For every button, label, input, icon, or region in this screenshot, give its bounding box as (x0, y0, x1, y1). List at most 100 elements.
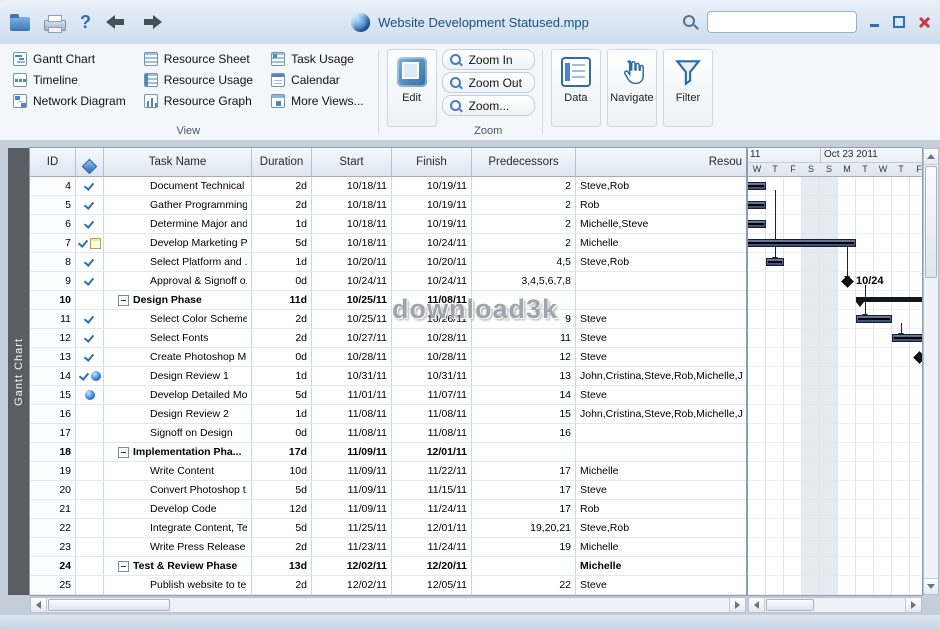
task-row-23[interactable]: 23Write Press Release ...2d11/23/1111/24… (30, 538, 746, 557)
summary-bar (856, 297, 922, 302)
task-finish: 10/24/11 (392, 234, 472, 253)
grid-horizontal-scrollbar[interactable] (30, 597, 746, 613)
ribbon-item-zoom-out[interactable]: Zoom Out (442, 72, 535, 93)
collapse-toggle-icon[interactable] (118, 447, 129, 458)
column-header-id[interactable]: ID (30, 148, 76, 177)
column-header-duration[interactable]: Duration (252, 148, 312, 177)
task-duration: 17d (252, 443, 312, 462)
task-duration: 2d (252, 329, 312, 348)
grid-hscroll-thumb[interactable] (48, 599, 170, 611)
gantt-hscroll-thumb[interactable] (766, 599, 814, 611)
column-header-finish[interactable]: Finish (392, 148, 472, 177)
check-icon (79, 371, 90, 382)
task-row-7[interactable]: 7Develop Marketing Plan5d10/18/1110/24/1… (30, 234, 746, 253)
open-button[interactable] (10, 14, 30, 31)
task-row-18[interactable]: 18Implementation Pha...17d11/09/1112/01/… (30, 443, 746, 462)
ribbon-item-calendar[interactable]: Calendar (262, 69, 372, 90)
scroll-up-arrow[interactable] (924, 149, 938, 165)
task-row-4[interactable]: 4Document Technical ...2d10/18/1110/19/1… (30, 177, 746, 196)
filter-button[interactable]: Filter (663, 49, 713, 127)
task-row-21[interactable]: 21Develop Code12d11/09/1111/24/1117Rob (30, 500, 746, 519)
ribbon-item-gantt-chart[interactable]: Gantt Chart (4, 48, 135, 69)
gantt-vertical-scrollbar[interactable] (923, 148, 939, 595)
view-tab-gantt-chart[interactable]: Gantt Chart (8, 148, 30, 595)
task-duration: 5d (252, 481, 312, 500)
ribbon-item-task-usage[interactable]: Task Usage (262, 48, 372, 69)
task-id: 23 (30, 538, 76, 557)
gantt-horizontal-scrollbar[interactable] (748, 597, 922, 613)
column-header-indicators[interactable] (76, 148, 104, 177)
task-predecessors: 19 (472, 538, 576, 557)
ribbon-item-more-views[interactable]: More Views... (262, 90, 372, 111)
ribbon-item-zoom[interactable]: Zoom... (442, 95, 535, 116)
task-resources: John,Cristina,Steve,Rob,Michelle,J (576, 367, 746, 386)
scroll-right-arrow[interactable] (905, 598, 921, 612)
back-button[interactable] (105, 14, 127, 30)
navigate-button[interactable]: Navigate (607, 49, 657, 127)
task-finish: 10/19/11 (392, 177, 472, 196)
task-bar (748, 220, 766, 228)
print-button[interactable] (44, 14, 66, 31)
scroll-down-arrow[interactable] (924, 578, 938, 594)
task-row-24[interactable]: 24Test & Review Phase13d12/02/1112/20/11… (30, 557, 746, 576)
data-button[interactable]: Data (551, 49, 601, 127)
ribbon-item-zoom-in[interactable]: Zoom In (442, 49, 535, 70)
scroll-left-arrow[interactable] (749, 598, 765, 612)
task-row-25[interactable]: 25Publish website to te...2d12/02/1112/0… (30, 576, 746, 595)
task-indicators (76, 519, 104, 538)
scroll-left-arrow[interactable] (31, 598, 47, 612)
task-predecessors: 13 (472, 367, 576, 386)
task-row-20[interactable]: 20Convert Photoshop t...5d11/09/1111/15/… (30, 481, 746, 500)
task-row-17[interactable]: 17Signoff on Design0d11/08/1111/08/1116 (30, 424, 746, 443)
minimize-button[interactable] (866, 14, 882, 30)
maximize-button[interactable] (891, 14, 907, 30)
scroll-right-arrow[interactable] (729, 598, 745, 612)
ribbon-item-resource-usage[interactable]: Resource Usage (135, 69, 262, 90)
column-header-resources[interactable]: Resou (576, 148, 746, 177)
ribbon-item-resource-graph[interactable]: Resource Graph (135, 90, 262, 111)
task-row-6[interactable]: 6Determine Major and ...1d10/18/1110/19/… (30, 215, 746, 234)
collapse-toggle-icon[interactable] (118, 295, 129, 306)
search-input[interactable] (707, 11, 857, 33)
task-row-5[interactable]: 5Gather Programming ...2d10/18/1110/19/1… (30, 196, 746, 215)
task-finish: 12/01/11 (392, 519, 472, 538)
gantt-day-column (910, 177, 922, 595)
ribbon-item-network-diagram[interactable]: Network Diagram (4, 90, 135, 111)
task-row-10[interactable]: 10Design Phase11d10/25/1111/08/11 (30, 291, 746, 310)
column-header-start[interactable]: Start (312, 148, 392, 177)
ribbon-item-resource-sheet[interactable]: Resource Sheet (135, 48, 262, 69)
task-start: 10/24/11 (312, 272, 392, 291)
task-row-16[interactable]: 16Design Review 21d11/08/1111/08/1115Joh… (30, 405, 746, 424)
task-start: 12/02/11 (312, 557, 392, 576)
task-name-cell: Test & Review Phase (104, 557, 252, 576)
task-row-14[interactable]: 14Design Review 11d10/31/1110/31/1113Joh… (30, 367, 746, 386)
resource-usage-icon (144, 73, 158, 87)
gantt-vscroll-thumb[interactable] (925, 166, 937, 278)
task-row-22[interactable]: 22Integrate Content, Te...5d11/25/1112/0… (30, 519, 746, 538)
task-duration: 2d (252, 538, 312, 557)
zoom-dialog-icon (449, 99, 463, 113)
task-row-15[interactable]: 15Develop Detailed Mo...5d11/01/1111/07/… (30, 386, 746, 405)
column-header-task-name[interactable]: Task Name (104, 148, 252, 177)
search-icon[interactable] (683, 15, 698, 30)
help-button[interactable] (80, 0, 91, 44)
forward-button[interactable] (141, 14, 163, 30)
close-button[interactable] (916, 14, 932, 30)
task-id: 19 (30, 462, 76, 481)
task-name: Develop Marketing Plan (150, 234, 247, 252)
grid-body: 4Document Technical ...2d10/18/1110/19/1… (30, 177, 746, 595)
task-row-8[interactable]: 8Select Platform and ...1d10/20/1110/20/… (30, 253, 746, 272)
task-row-9[interactable]: 9Approval & Signoff o...0d10/24/1110/24/… (30, 272, 746, 291)
edit-button[interactable]: Edit (387, 49, 437, 127)
column-header-predecessors[interactable]: Predecessors (472, 148, 576, 177)
task-start: 10/25/11 (312, 291, 392, 310)
task-id: 25 (30, 576, 76, 595)
ribbon-item-timeline[interactable]: Timeline (4, 69, 135, 90)
task-row-19[interactable]: 19Write Content10d11/09/1111/22/1117Mich… (30, 462, 746, 481)
collapse-toggle-icon[interactable] (118, 561, 129, 572)
task-row-11[interactable]: 11Select Color Schemes2d10/25/1110/26/11… (30, 310, 746, 329)
timescale-day-letter: S (820, 163, 838, 176)
task-id: 15 (30, 386, 76, 405)
task-row-13[interactable]: 13Create Photoshop M...0d10/28/1110/28/1… (30, 348, 746, 367)
task-row-12[interactable]: 12Select Fonts2d10/27/1110/28/1111Steve (30, 329, 746, 348)
